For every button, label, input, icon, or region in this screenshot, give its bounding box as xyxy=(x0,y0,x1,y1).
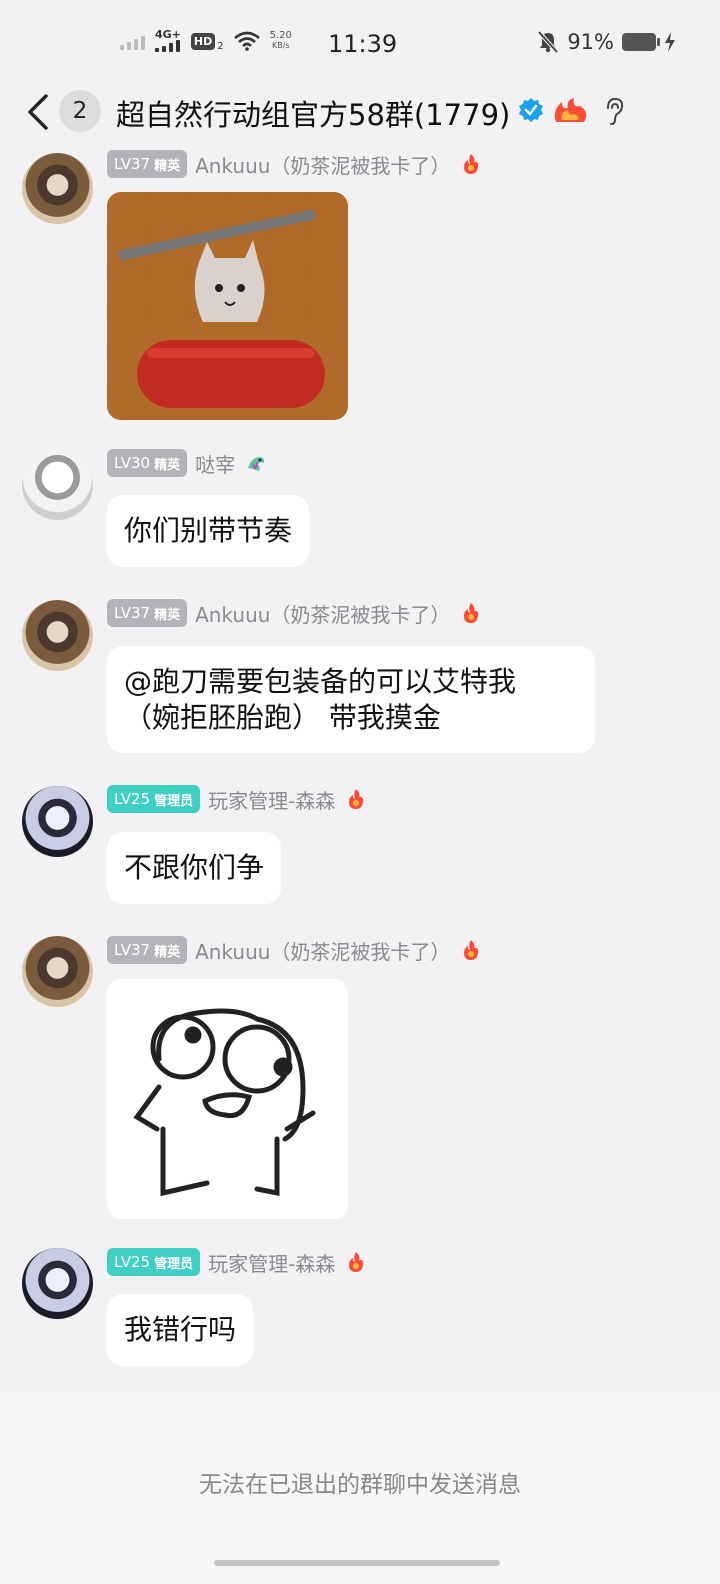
sender-row: LV25 管理员 玩家管理-森森 xyxy=(107,1248,367,1276)
role-text: 精英 xyxy=(154,158,181,174)
sender-row: LV37 精英 Ankuuu（奶茶泥被我卡了） xyxy=(107,936,482,964)
sender-name[interactable]: 玩家管理-森森 xyxy=(208,785,335,814)
avatar[interactable] xyxy=(22,936,93,1007)
avatar[interactable] xyxy=(22,1248,93,1319)
level-badge: LV37 精英 xyxy=(107,936,188,964)
chat-header: 2 超自然行动组官方58群(1779) xyxy=(0,80,720,146)
flame-level-icon xyxy=(554,98,587,122)
sender-row: LV37 精英 Ankuuu（奶茶泥被我卡了） xyxy=(107,599,482,627)
ear-icon[interactable] xyxy=(602,96,626,126)
hd-sub: 2 xyxy=(217,40,224,52)
group-title[interactable]: 超自然行动组官方58群(1779) xyxy=(116,92,510,134)
dragon-icon xyxy=(248,457,265,471)
sender-name[interactable]: 玩家管理-森森 xyxy=(208,1248,335,1277)
message-bubble[interactable]: 我错行吗 xyxy=(107,1294,254,1366)
battery-icon xyxy=(622,33,660,51)
signal-1-icon xyxy=(120,32,145,50)
flame-icon xyxy=(464,940,479,960)
message-text: 不跟你们争 xyxy=(124,851,265,884)
wifi-icon xyxy=(233,31,260,51)
level-text: LV37 xyxy=(114,941,151,959)
status-left: 4G+ HD 2 5.20 KB/s xyxy=(120,28,292,52)
net-speed-unit: KB/s xyxy=(271,41,290,50)
home-indicator[interactable] xyxy=(214,1560,500,1566)
level-badge: LV37 精英 xyxy=(107,599,188,627)
avatar[interactable] xyxy=(22,449,93,520)
message-bubble[interactable]: 你们别带节奏 xyxy=(107,495,310,567)
message-text-line: @跑刀需要包装备的可以艾特我 xyxy=(124,664,517,698)
level-text: LV25 xyxy=(114,1253,151,1271)
image-message-cat[interactable] xyxy=(107,192,348,420)
verified-badge-icon xyxy=(519,98,543,122)
network-type: 4G+ xyxy=(155,28,181,41)
sender-name[interactable]: Ankuuu（奶茶泥被我卡了） xyxy=(195,599,450,628)
mute-bell-icon xyxy=(537,30,559,54)
level-text: LV30 xyxy=(114,454,151,472)
sender-name[interactable]: 哒宰 xyxy=(195,449,235,478)
flame-icon xyxy=(464,603,479,623)
cat-sausage-image xyxy=(118,209,325,408)
message-text-line: （婉拒胚胎跑） 带我摸金 xyxy=(124,700,441,734)
unread-count-badge[interactable]: 2 xyxy=(59,90,101,132)
avatar[interactable] xyxy=(22,786,93,857)
role-text: 精英 xyxy=(154,607,181,623)
message-text: 你们别带节奏 xyxy=(124,514,293,547)
net-speed: 5.20 KB/s xyxy=(270,31,292,51)
message-bubble[interactable]: 不跟你们争 xyxy=(107,832,282,904)
sender-name[interactable]: Ankuuu（奶茶泥被我卡了） xyxy=(195,150,450,179)
avatar[interactable] xyxy=(22,600,93,671)
level-badge: LV25 管理员 xyxy=(107,1248,201,1276)
level-badge: LV30 精英 xyxy=(107,449,188,477)
role-text: 管理员 xyxy=(154,793,194,809)
meme-sticker-image xyxy=(133,1008,316,1197)
hd-badge: HD xyxy=(190,32,216,50)
sender-row: LV30 精英 哒宰 xyxy=(107,449,267,477)
cannot-send-notice: 无法在已退出的群聊中发送消息 xyxy=(199,1472,521,1498)
net-speed-value: 5.20 xyxy=(269,30,292,41)
status-right: 91% xyxy=(537,30,676,54)
sender-row: LV37 精英 Ankuuu（奶茶泥被我卡了） xyxy=(107,150,482,178)
level-text: LV37 xyxy=(114,155,151,173)
flame-icon xyxy=(349,1252,364,1272)
sender-name[interactable]: Ankuuu（奶茶泥被我卡了） xyxy=(195,936,450,965)
message-text: 我错行吗 xyxy=(124,1313,237,1346)
signal-2-icon xyxy=(155,40,180,52)
input-disabled-footer: 无法在已退出的群聊中发送消息 xyxy=(0,1393,720,1584)
image-message-meme[interactable] xyxy=(107,979,348,1219)
level-text: LV37 xyxy=(114,604,151,622)
level-badge: LV37 精英 xyxy=(107,150,188,178)
battery-percent: 91% xyxy=(567,30,614,54)
flame-icon xyxy=(349,789,364,809)
back-arrow-icon[interactable] xyxy=(24,90,54,134)
role-text: 精英 xyxy=(154,944,181,960)
level-badge: LV25 管理员 xyxy=(107,785,201,813)
role-text: 精英 xyxy=(154,457,181,473)
sender-row: LV25 管理员 玩家管理-森森 xyxy=(107,785,367,813)
avatar[interactable] xyxy=(22,153,93,224)
message-bubble[interactable]: @跑刀需要包装备的可以艾特我 （婉拒胚胎跑） 带我摸金 xyxy=(107,646,595,753)
clock: 11:39 xyxy=(328,30,398,58)
charging-icon xyxy=(665,32,675,52)
role-text: 管理员 xyxy=(154,1256,194,1272)
level-text: LV25 xyxy=(114,790,151,808)
status-bar: 4G+ HD 2 5.20 KB/s 11:39 91% xyxy=(0,0,720,90)
flame-icon xyxy=(464,154,479,174)
